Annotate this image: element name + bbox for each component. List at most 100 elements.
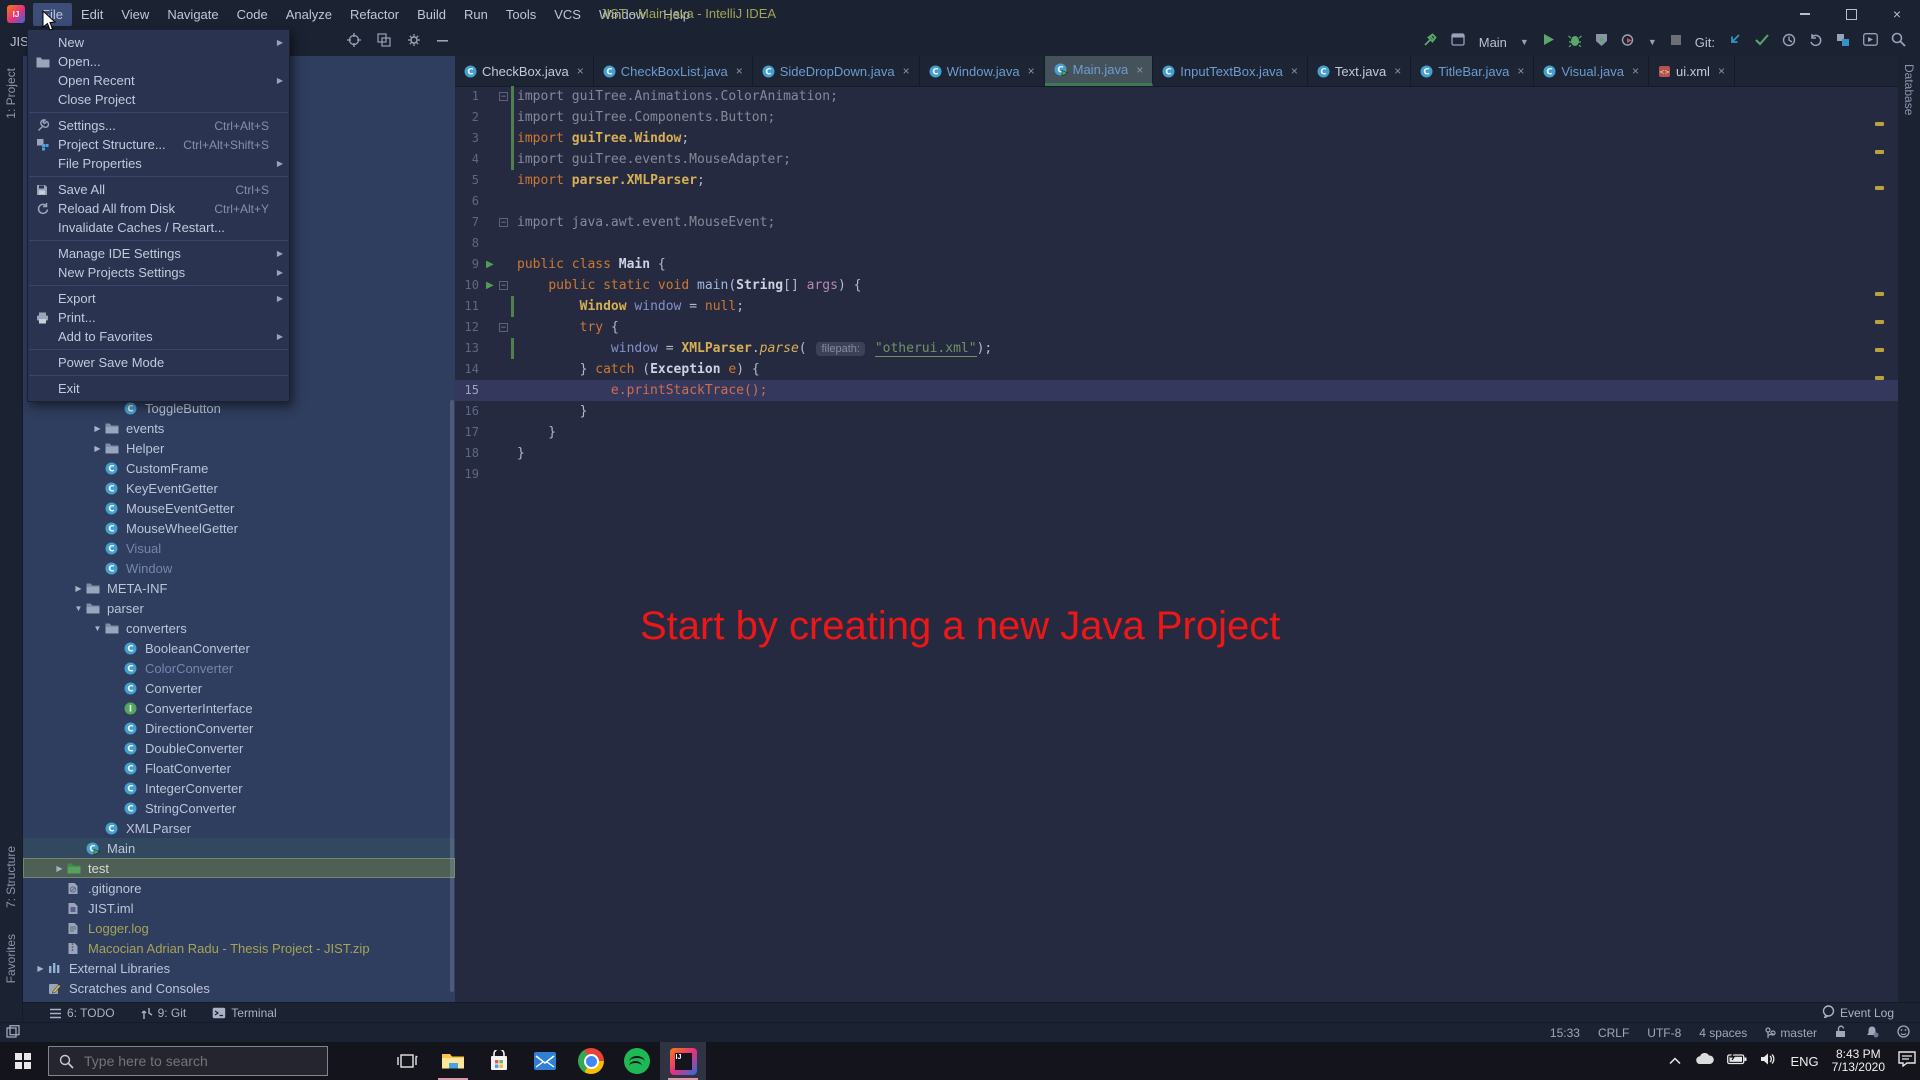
maximize-button[interactable]: [1828, 0, 1874, 28]
inspection-mark[interactable]: [1875, 376, 1884, 380]
tab-close-icon[interactable]: ×: [1291, 64, 1298, 78]
menu-item-settings[interactable]: Settings...Ctrl+Alt+S: [28, 116, 289, 135]
line-ending[interactable]: CRLF: [1598, 1026, 1629, 1040]
tool-button-project[interactable]: 1: Project: [4, 68, 18, 119]
run-arrow-icon[interactable]: ▶: [486, 275, 494, 296]
tree-item-jist-iml[interactable]: JIST.iml: [23, 898, 455, 918]
menu-item-new[interactable]: New▶: [28, 33, 289, 52]
tree-item-parser[interactable]: ▼parser: [23, 598, 455, 618]
menu-tools[interactable]: Tools: [497, 3, 545, 26]
tab-visual-java[interactable]: CVisual.java×: [1534, 56, 1649, 86]
notifications-icon[interactable]: [1865, 1025, 1879, 1041]
onedrive-icon[interactable]: [1694, 1052, 1714, 1070]
taskbar-search[interactable]: [48, 1046, 328, 1076]
run-arrow-icon[interactable]: ▶: [486, 254, 494, 275]
hide-panel-icon[interactable]: [437, 34, 449, 52]
git-branch-widget[interactable]: master: [1765, 1026, 1817, 1040]
menu-item-reload-all-from-disk[interactable]: Reload All from DiskCtrl+Alt+Y: [28, 199, 289, 218]
tree-item-logger-log[interactable]: Logger.log: [23, 918, 455, 938]
tree-item-floatconverter[interactable]: CFloatConverter: [23, 758, 455, 778]
search-input[interactable]: [82, 1052, 286, 1070]
tree-expanded-arrow-icon[interactable]: ▼: [90, 624, 105, 633]
project-panel-scrollbar[interactable]: [450, 400, 454, 992]
menu-item-add-to-favorites[interactable]: Add to Favorites▶: [28, 327, 289, 346]
menu-item-open[interactable]: Open...: [28, 52, 289, 71]
code-line-16[interactable]: 16 }: [455, 401, 1898, 422]
menu-item-power-save-mode[interactable]: Power Save Mode: [28, 353, 289, 372]
tab-close-icon[interactable]: ×: [1394, 64, 1401, 78]
menu-refactor[interactable]: Refactor: [341, 3, 408, 26]
file-encoding[interactable]: UTF-8: [1647, 1026, 1681, 1040]
tab-main-java[interactable]: CMain.java×: [1045, 56, 1154, 86]
menu-item-invalidate-caches-restart[interactable]: Invalidate Caches / Restart...: [28, 218, 289, 237]
tree-item-macocian-adrian-radu-thesis-project-jist-zip[interactable]: Macocian Adrian Radu - Thesis Project - …: [23, 938, 455, 958]
tree-item-mouseeventgetter[interactable]: CMouseEventGetter: [23, 498, 455, 518]
profiler-button[interactable]: [1621, 33, 1635, 52]
git-update-button[interactable]: [1728, 33, 1742, 52]
tab-ui-xml[interactable]: ≺≻ui.xml×: [1649, 56, 1735, 86]
chrome-button[interactable]: [568, 1042, 614, 1080]
menu-analyze[interactable]: Analyze: [277, 3, 341, 26]
tree-item-window[interactable]: CWindow: [23, 558, 455, 578]
code-line-5[interactable]: 5import parser.XMLParser;: [455, 170, 1898, 191]
tree-item-helper[interactable]: ▶Helper: [23, 438, 455, 458]
tree-item-converters[interactable]: ▼converters: [23, 618, 455, 638]
tool-button-structure[interactable]: 7: Structure: [4, 846, 18, 908]
hidden-icons-chevron[interactable]: [1669, 1052, 1681, 1070]
git-commit-button[interactable]: [1755, 33, 1769, 51]
inspection-mark[interactable]: [1875, 186, 1884, 190]
tab-close-icon[interactable]: ×: [1718, 64, 1725, 78]
menu-item-open-recent[interactable]: Open Recent▶: [28, 71, 289, 90]
tree-item-xmlparser[interactable]: CXMLParser: [23, 818, 455, 838]
settings-gear-icon[interactable]: [407, 33, 421, 52]
tab-checkboxlist-java[interactable]: CCheckBoxList.java×: [594, 56, 753, 86]
tree-item-visual[interactable]: CVisual: [23, 538, 455, 558]
tab-close-icon[interactable]: ×: [1028, 64, 1035, 78]
code-line-4[interactable]: 4import guiTree.events.MouseAdapter;: [455, 149, 1898, 170]
lock-icon[interactable]: [1835, 1025, 1847, 1041]
inspection-mark[interactable]: [1875, 320, 1884, 324]
tab-checkbox-java[interactable]: CCheckBox.java×: [455, 56, 594, 86]
menu-item-project-structure[interactable]: Project Structure...Ctrl+Alt+Shift+S: [28, 135, 289, 154]
taskbar-clock[interactable]: 8:43 PM 7/13/2020: [1832, 1048, 1885, 1074]
code-line-19[interactable]: 19: [455, 464, 1898, 485]
code-line-6[interactable]: 6: [455, 191, 1898, 212]
tab-close-icon[interactable]: ×: [903, 64, 910, 78]
tab-text-java[interactable]: CText.java×: [1308, 56, 1411, 86]
indent-setting[interactable]: 4 spaces: [1699, 1026, 1747, 1040]
tree-item-test[interactable]: ▶test: [23, 858, 455, 878]
tool-window-button-6-todo[interactable]: 6: TODO: [49, 1006, 115, 1020]
language-indicator[interactable]: ENG: [1790, 1054, 1818, 1069]
code-line-17[interactable]: 17 }: [455, 422, 1898, 443]
menu-build[interactable]: Build: [408, 3, 455, 26]
code-line-11[interactable]: 11 Window window = null;: [455, 296, 1898, 317]
menu-item-print[interactable]: Print...: [28, 308, 289, 327]
menu-item-close-project[interactable]: Close Project: [28, 90, 289, 109]
tree-item-main[interactable]: CMain: [23, 838, 455, 858]
menu-vcs[interactable]: VCS: [545, 3, 590, 26]
caret-position[interactable]: 15:33: [1550, 1026, 1580, 1040]
tab-close-icon[interactable]: ×: [736, 64, 743, 78]
tree-item-booleanconverter[interactable]: CBooleanConverter: [23, 638, 455, 658]
fold-marker-icon[interactable]: −: [499, 92, 508, 101]
code-line-15[interactable]: 15 e.printStackTrace();: [455, 380, 1898, 401]
code-line-10[interactable]: 10▶− public static void main(String[] ar…: [455, 275, 1898, 296]
menu-item-export[interactable]: Export▶: [28, 289, 289, 308]
menu-view[interactable]: View: [112, 3, 158, 26]
tree-collapsed-arrow-icon[interactable]: ▶: [90, 424, 105, 433]
tab-close-icon[interactable]: ×: [577, 64, 584, 78]
project-structure-icon[interactable]: [1836, 33, 1850, 52]
run-config-selector[interactable]: Main: [1479, 35, 1507, 50]
history-button[interactable]: [1782, 33, 1796, 52]
tab-close-icon[interactable]: ×: [1517, 64, 1524, 78]
minimize-button[interactable]: [1782, 0, 1828, 28]
menu-item-save-all[interactable]: Save AllCtrl+S: [28, 180, 289, 199]
run-anything-icon[interactable]: [1863, 33, 1878, 51]
inspection-mark[interactable]: [1875, 150, 1884, 154]
tab-sidedropdown-java[interactable]: CSideDropDown.java×: [753, 56, 920, 86]
code-line-3[interactable]: 3import guiTree.Window;: [455, 128, 1898, 149]
search-everywhere-icon[interactable]: [1891, 32, 1906, 52]
coverage-button[interactable]: [1595, 33, 1608, 52]
code-line-7[interactable]: 7−import java.awt.event.MouseEvent;: [455, 212, 1898, 233]
rollback-button[interactable]: [1809, 33, 1823, 52]
